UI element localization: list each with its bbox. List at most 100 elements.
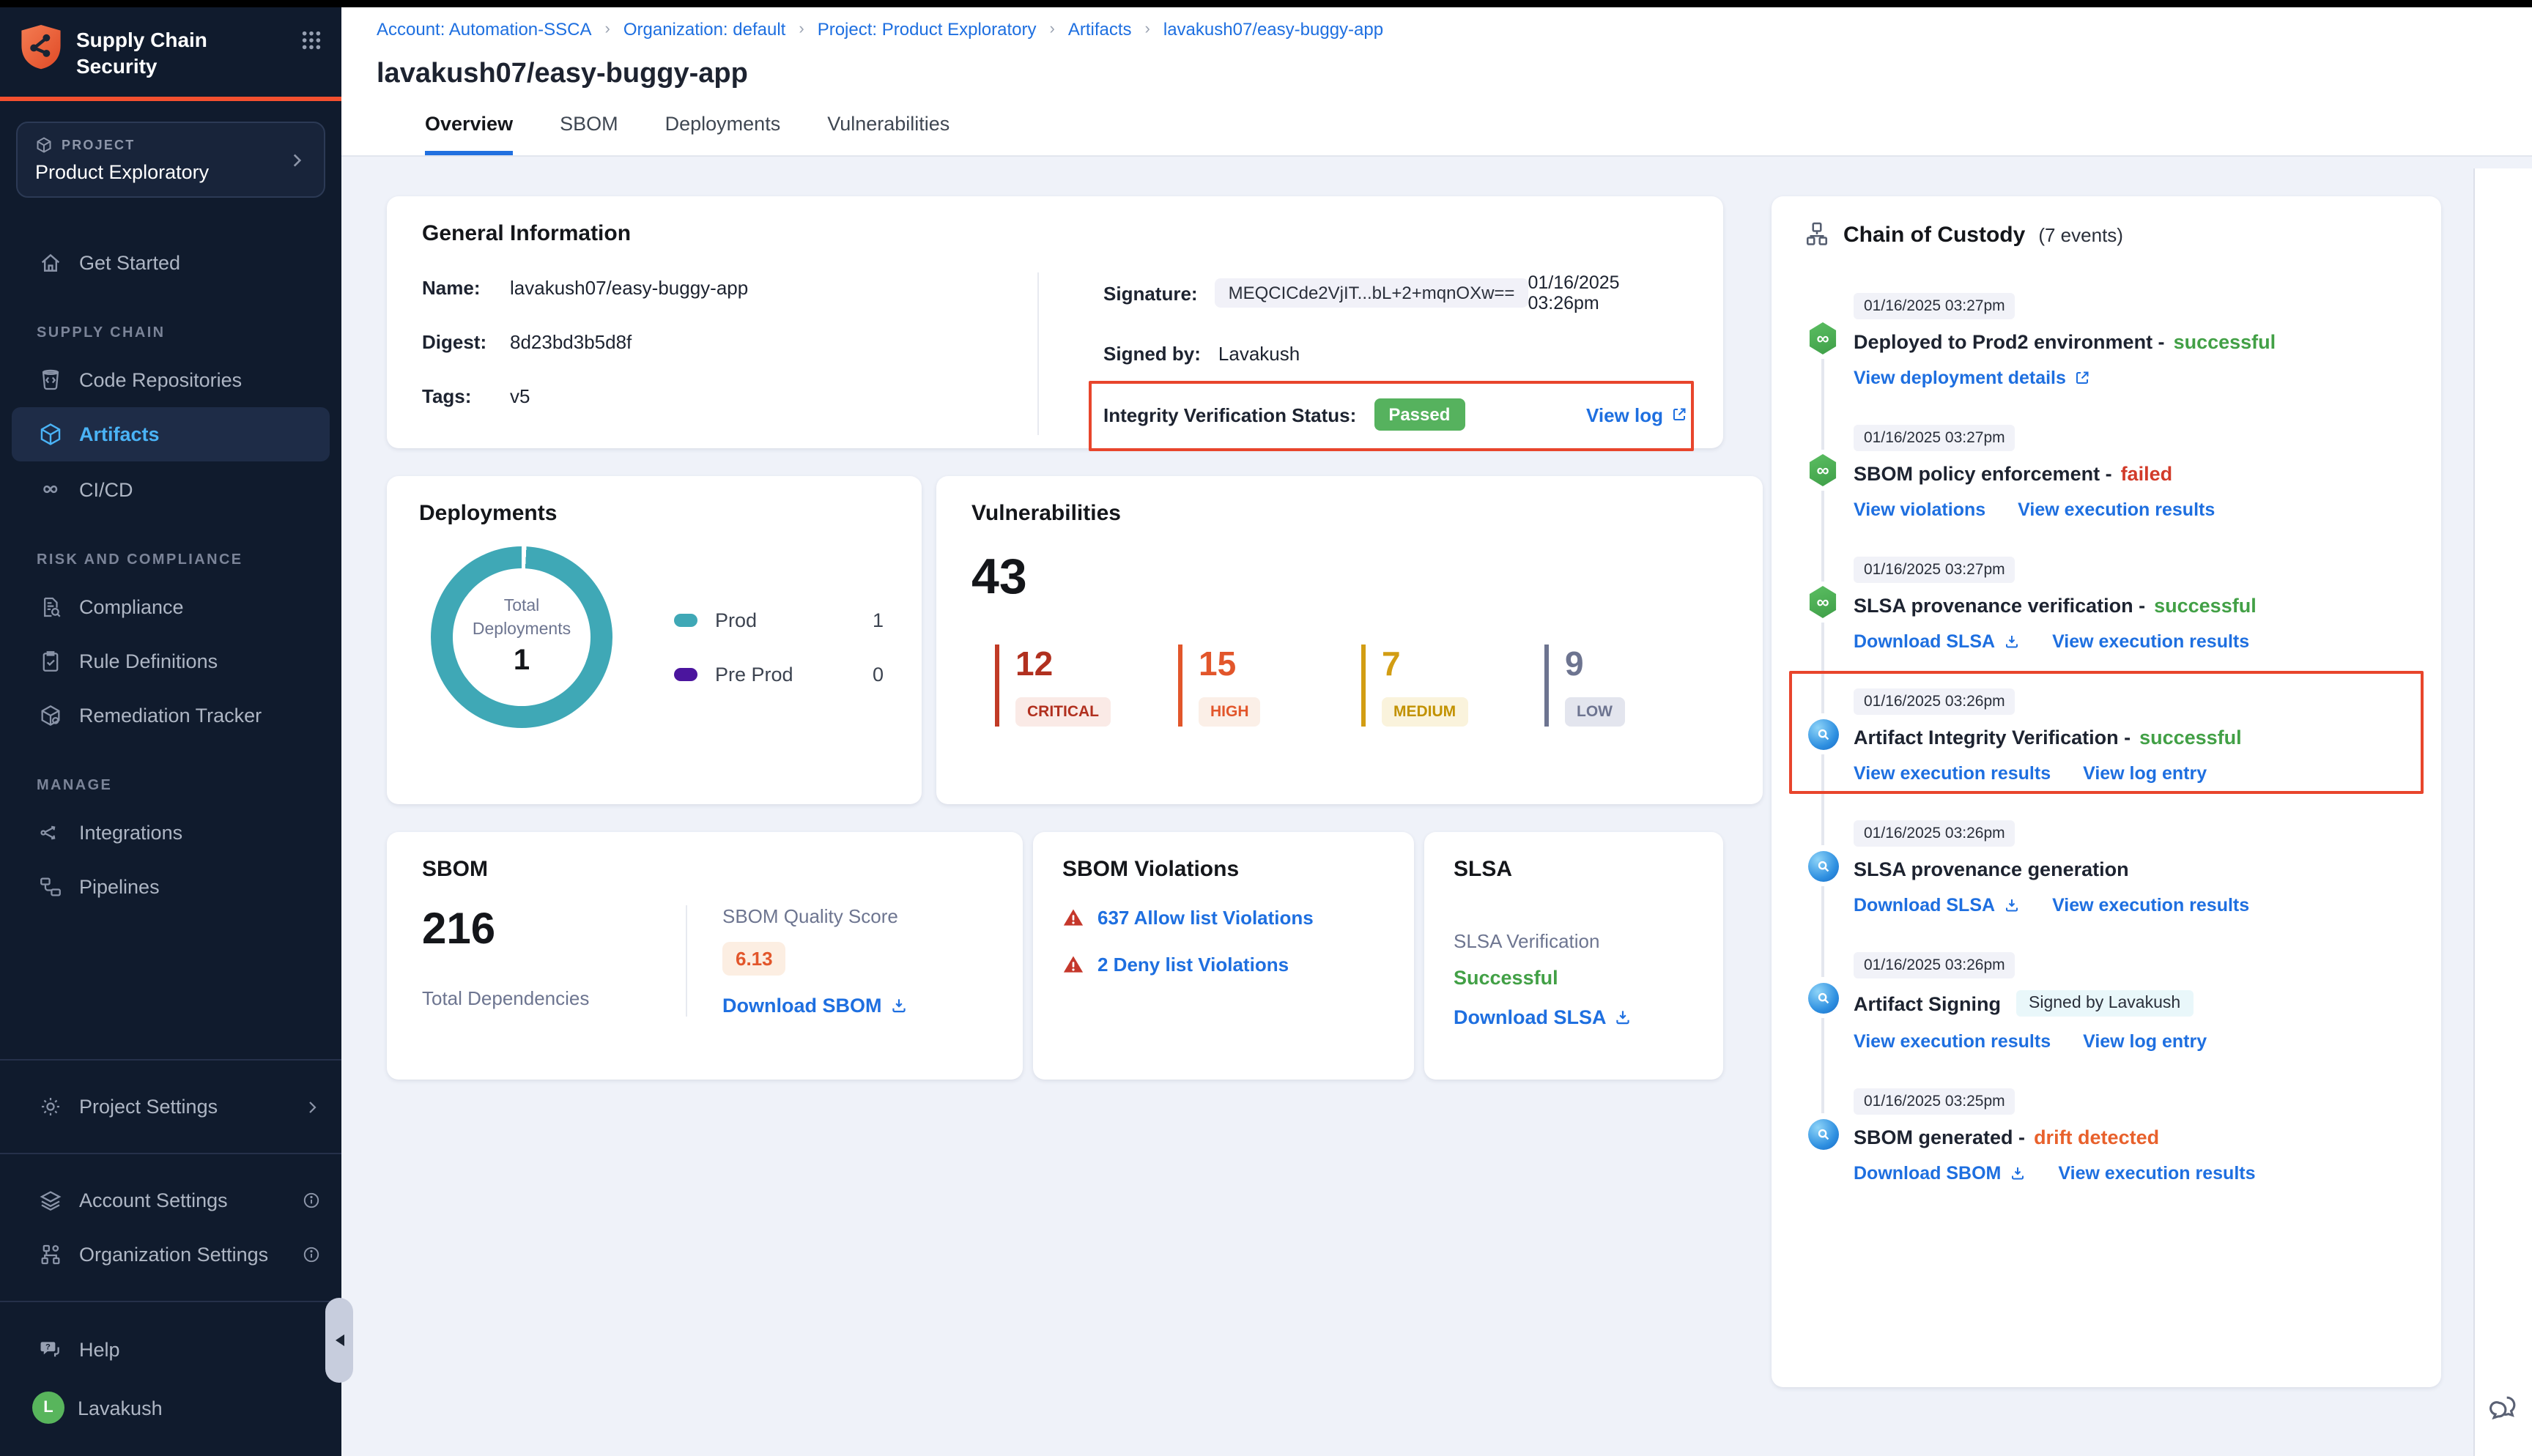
artifacts-cube-icon <box>37 423 63 447</box>
sidebar-item-account-settings[interactable]: Account Settings <box>0 1173 341 1227</box>
breadcrumb-current[interactable]: lavakush07/easy-buggy-app <box>1163 19 1383 40</box>
verification-event-icon <box>1807 718 1839 750</box>
sidebar-item-get-started[interactable]: Get Started <box>0 237 341 291</box>
view-execution-results-link[interactable]: View execution results <box>2018 499 2215 520</box>
sidebar-item-integrations[interactable]: Integrations <box>0 806 341 861</box>
severity-count: 15 <box>1199 645 1361 684</box>
view-deployment-details-link[interactable]: View deployment details <box>1854 368 2091 388</box>
sidebar-item-code-repositories[interactable]: Code Repositories <box>0 354 341 408</box>
event-timestamp: 01/16/2025 03:26pm <box>1854 820 2015 847</box>
sidebar-item-organization-settings[interactable]: Organization Settings <box>0 1227 341 1282</box>
integrity-verification-row: Integrity Verification Status: Passed Vi… <box>1103 398 1688 431</box>
severity-count: 12 <box>1015 645 1178 684</box>
download-sbom-link[interactable]: Download SBOM <box>1854 1163 2026 1184</box>
sidebar-item-label: Account Settings <box>79 1189 228 1211</box>
legend-label: Prod <box>715 609 757 631</box>
chain-event-slsa-provenance-generation: 01/16/2025 03:26pm SLSA provenance gener… <box>1807 819 2412 915</box>
events-count: (7 events) <box>2038 223 2123 245</box>
digest-value: 8d23bd3b5d8f <box>510 330 632 352</box>
allow-list-violations-link[interactable]: 637 Allow list Violations <box>1097 907 1314 929</box>
tab-deployments[interactable]: Deployments <box>665 113 781 155</box>
breadcrumb-project[interactable]: Project: Product Exploratory <box>818 19 1037 40</box>
name-label: Name: <box>422 276 498 298</box>
sidebar-section-supply-chain: SUPPLY CHAIN <box>0 291 341 354</box>
sidebar-user[interactable]: L Lavakush <box>0 1377 341 1438</box>
panel-title: Chain of Custody <box>1843 222 2025 247</box>
tab-vulnerabilities[interactable]: Vulnerabilities <box>827 113 949 155</box>
event-title: Deployed to Prod2 environment - <box>1854 331 2165 353</box>
breadcrumb-account[interactable]: Account: Automation-SSCA <box>377 19 592 40</box>
sidebar-accent-bar <box>0 97 341 102</box>
chain-event-deployed-prod2: ∞ 01/16/2025 03:27pm Deployed to Prod2 e… <box>1807 291 2412 388</box>
event-status: successful <box>2174 331 2276 353</box>
sidebar-item-help[interactable]: ? Help <box>0 1323 341 1377</box>
tab-sbom[interactable]: SBOM <box>560 113 618 155</box>
sidebar-item-remediation-tracker[interactable]: Remediation Tracker <box>0 689 341 743</box>
vulnerabilities-card: Vulnerabilities 43 12 CRITICAL 15 HIGH <box>936 476 1763 804</box>
download-sbom-link[interactable]: Download SBOM <box>722 995 908 1017</box>
donut-center-value: 1 <box>514 645 530 678</box>
sidebar-item-pipelines[interactable]: Pipelines <box>0 861 341 915</box>
allow-list-violations-row: 637 Allow list Violations <box>1062 907 1385 929</box>
sbom-quality-label: SBOM Quality Score <box>722 905 988 927</box>
severity-count: 9 <box>1565 645 1728 684</box>
view-log-entry-link[interactable]: View log entry <box>2083 763 2207 784</box>
chevron-right-icon <box>303 1098 321 1115</box>
view-violations-link[interactable]: View violations <box>1854 499 1985 520</box>
view-execution-results-link[interactable]: View execution results <box>1854 763 2051 784</box>
sidebar-item-compliance[interactable]: Compliance <box>0 581 341 635</box>
app-title: Supply Chain Security <box>76 23 287 80</box>
breadcrumb-organization[interactable]: Organization: default <box>623 19 786 40</box>
sidebar-collapse-handle[interactable] <box>325 1298 353 1383</box>
preprod-swatch-icon <box>674 668 697 681</box>
verification-event-icon <box>1807 981 1839 1014</box>
signature-timestamp: 01/16/2025 03:26pm <box>1528 272 1688 313</box>
sidebar-item-project-settings[interactable]: Project Settings <box>0 1080 341 1134</box>
event-title: Artifact Signing <box>1854 992 2001 1014</box>
app-switcher-grid-icon[interactable] <box>300 29 322 51</box>
donut-center-label: Total Deployments <box>459 596 585 642</box>
severity-badge: HIGH <box>1199 697 1261 727</box>
download-slsa-link[interactable]: Download SLSA <box>1454 1006 1633 1028</box>
event-timestamp: 01/16/2025 03:26pm <box>1854 688 2015 715</box>
view-execution-results-link[interactable]: View execution results <box>1854 1031 2051 1052</box>
content-area: General Information Name: lavakush07/eas… <box>341 157 2532 1387</box>
deny-list-violations-row: 2 Deny list Violations <box>1062 954 1385 976</box>
sidebar-item-rule-definitions[interactable]: Rule Definitions <box>0 635 341 689</box>
sidebar-footer: ? Help L Lavakush <box>0 1301 341 1456</box>
sidebar-item-label: CI/CD <box>79 479 133 501</box>
download-icon <box>889 996 908 1015</box>
card-title: General Information <box>422 221 1688 246</box>
view-execution-results-link[interactable]: View execution results <box>2052 895 2249 915</box>
page-header: Account: Automation-SSCA › Organization:… <box>341 0 2532 157</box>
gear-icon <box>37 1094 63 1119</box>
chat-support-icon[interactable] <box>2487 1392 2520 1424</box>
deny-list-violations-link[interactable]: 2 Deny list Violations <box>1097 954 1289 976</box>
download-slsa-link[interactable]: Download SLSA <box>1854 631 2020 652</box>
verification-event-icon <box>1807 850 1839 882</box>
view-execution-results-link[interactable]: View execution results <box>2058 1163 2255 1184</box>
prod-swatch-icon <box>674 614 697 627</box>
breadcrumb-artifacts[interactable]: Artifacts <box>1068 19 1132 40</box>
view-log-link[interactable]: View log <box>1586 404 1688 426</box>
severity-low: 9 LOW <box>1544 645 1728 727</box>
tags-value: v5 <box>510 385 530 406</box>
breadcrumb: Account: Automation-SSCA › Organization:… <box>377 19 2532 40</box>
download-slsa-link[interactable]: Download SLSA <box>1854 895 2020 915</box>
download-icon <box>2002 633 2020 650</box>
digest-label: Digest: <box>422 330 498 352</box>
sidebar-item-artifacts[interactable]: Artifacts <box>12 408 330 462</box>
severity-badge: CRITICAL <box>1015 697 1111 727</box>
view-execution-results-link[interactable]: View execution results <box>2052 631 2249 652</box>
project-selector[interactable]: PROJECT Product Exploratory <box>16 122 325 198</box>
hierarchy-icon <box>1804 221 1830 248</box>
breadcrumb-separator: › <box>799 21 804 38</box>
view-log-entry-link[interactable]: View log entry <box>2083 1031 2207 1052</box>
tab-overview[interactable]: Overview <box>425 113 513 155</box>
integrity-status-label: Integrity Verification Status: <box>1103 404 1356 426</box>
app-logo-shield-icon <box>19 23 63 70</box>
signed-by-value: Lavakush <box>1218 342 1300 364</box>
sidebar-item-label: Rule Definitions <box>79 651 218 673</box>
sidebar-item-cicd[interactable]: CI/CD <box>0 462 341 518</box>
sidebar: Supply Chain Security <box>0 0 341 1456</box>
